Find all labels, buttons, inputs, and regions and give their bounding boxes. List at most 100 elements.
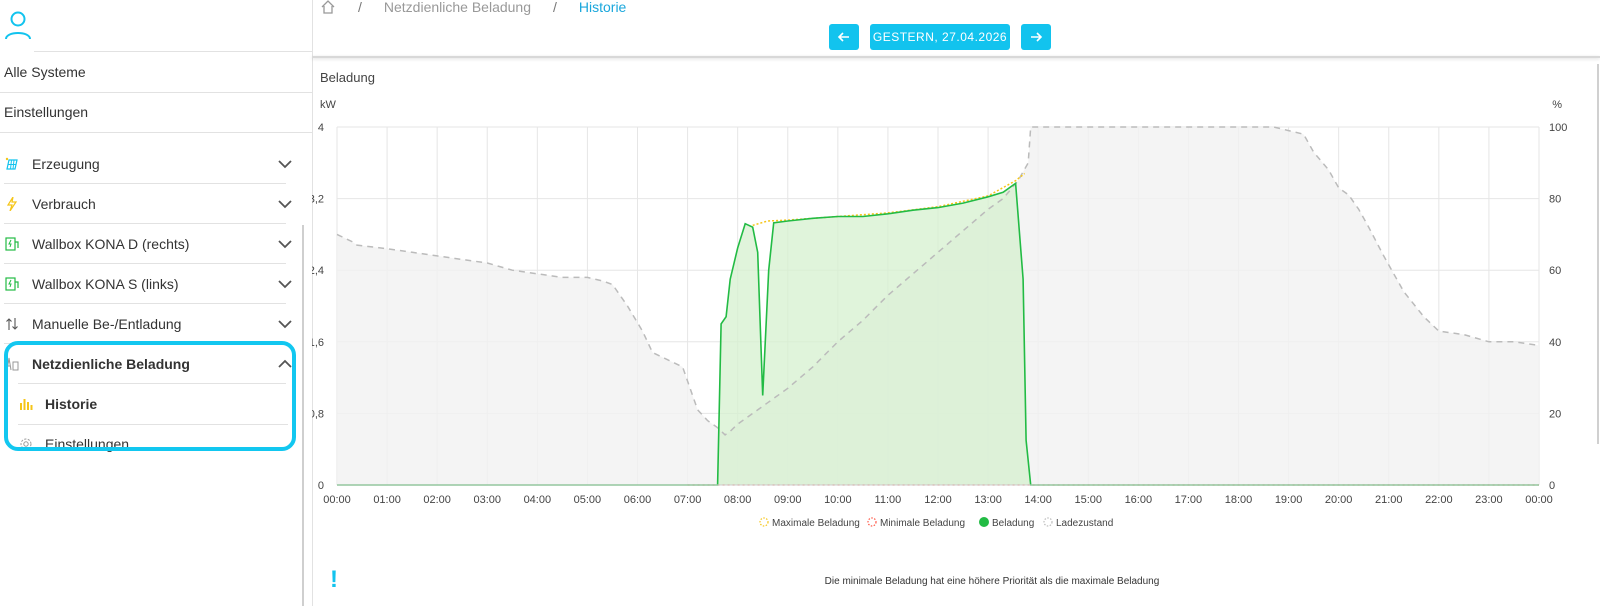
main-content: / Netzdienliche Beladung / Historie GEST…: [312, 0, 1600, 606]
y-right-tick-label: 0: [1549, 480, 1555, 492]
y-left-tick-label: 2,4: [312, 265, 324, 277]
x-tick-label: 02:00: [423, 494, 451, 506]
settings-link[interactable]: Einstellungen: [4, 104, 312, 120]
legend-label: Maximale Beladung: [772, 518, 860, 529]
divider: [0, 132, 312, 133]
x-tick-label: 13:00: [974, 494, 1002, 506]
y-left-tick-label: 4: [318, 122, 324, 134]
sidebar-subitem-label: Einstellungen: [45, 436, 130, 452]
y-right-tick-label: 100: [1549, 122, 1567, 134]
x-tick-label: 14:00: [1024, 494, 1052, 506]
arrows-updown-icon: [4, 316, 20, 332]
x-tick-label: 01:00: [373, 494, 401, 506]
x-tick-label: 12:00: [924, 494, 952, 506]
exclamation-icon: !: [330, 566, 338, 593]
y-left-unit-label: kW: [320, 99, 337, 111]
x-tick-label: 21:00: [1375, 494, 1403, 506]
sidebar-item-label: Erzeugung: [32, 156, 100, 172]
user-icon[interactable]: [4, 10, 32, 40]
priority-note: Die minimale Beladung hat eine höhere Pr…: [824, 576, 1160, 587]
prev-day-button[interactable]: [829, 24, 859, 50]
chevron-down-icon[interactable]: [276, 315, 294, 333]
breadcrumb: / Netzdienliche Beladung / Historie: [320, 0, 626, 18]
divider: [0, 92, 312, 93]
y-right-unit-label: %: [1552, 99, 1562, 111]
y-right-tick-label: 60: [1549, 265, 1561, 277]
sidebar-subitem-einstellungen[interactable]: Einstellungen: [18, 424, 288, 464]
solar-panel-icon: [4, 156, 20, 172]
chart-title: Beladung: [320, 70, 375, 85]
legend-marker: [1043, 517, 1053, 527]
arrow-left-icon: [837, 32, 849, 42]
date-navigation: GESTERN, 27.04.2026: [312, 24, 1600, 56]
all-systems-link[interactable]: Alle Systeme: [4, 64, 312, 80]
legend-label: Beladung: [992, 518, 1034, 529]
grid-charging-icon: [4, 356, 20, 372]
breadcrumb-item[interactable]: Netzdienliche Beladung: [384, 0, 531, 15]
content-scrollbar[interactable]: [1597, 64, 1599, 444]
y-left-tick-label: 0: [318, 480, 324, 492]
x-tick-label: 00:00: [1525, 494, 1553, 506]
x-tick-label: 00:00: [323, 494, 351, 506]
wallbox-icon: [4, 236, 20, 252]
x-tick-label: 16:00: [1125, 494, 1153, 506]
divider: [34, 51, 312, 52]
legend-marker: [759, 517, 769, 527]
breadcrumb-separator: /: [553, 0, 557, 15]
x-tick-label: 22:00: [1425, 494, 1453, 506]
x-tick-label: 17:00: [1175, 494, 1203, 506]
sidebar-item-wallbox-kona-d[interactable]: Wallbox KONA D (rechts): [4, 224, 302, 264]
chevron-down-icon[interactable]: [276, 235, 294, 253]
x-tick-label: 23:00: [1475, 494, 1503, 506]
chevron-up-icon[interactable]: [276, 355, 294, 373]
sidebar: Alle Systeme Einstellungen Erzeugung Ver…: [0, 0, 313, 606]
x-tick-label: 19:00: [1275, 494, 1303, 506]
sidebar-item-label: Wallbox KONA D (rechts): [32, 236, 190, 252]
sidebar-item-netzdienliche-beladung[interactable]: Netzdienliche Beladung: [4, 344, 302, 384]
legend-label: Ladezustand: [1056, 518, 1113, 529]
x-tick-label: 20:00: [1325, 494, 1353, 506]
sidebar-item-label: Manuelle Be-/Entladung: [32, 316, 182, 332]
chevron-down-icon[interactable]: [276, 155, 294, 173]
beladung-chart[interactable]: 00:00 01:00 02:00 03:00 04:00 05:00 06:00 07:00…: [312, 95, 1592, 545]
x-tick-label: 11:00: [875, 494, 902, 506]
gear-icon: [18, 436, 34, 452]
x-tick-label: 18:00: [1225, 494, 1253, 506]
sidebar-subitem-historie[interactable]: Historie: [18, 384, 288, 424]
sidebar-item-manuelle-be-entladung[interactable]: Manuelle Be-/Entladung: [4, 304, 302, 344]
sidebar-item-verbrauch[interactable]: Verbrauch: [4, 184, 302, 224]
bar-chart-icon: [18, 396, 34, 412]
y-left-tick-label: 3,2: [312, 194, 324, 206]
y-right-tick-label: 80: [1549, 194, 1561, 206]
wallbox-icon: [4, 276, 20, 292]
chevron-down-icon[interactable]: [276, 275, 294, 293]
lightning-icon: [4, 196, 20, 212]
x-tick-label: 03:00: [473, 494, 501, 506]
arrow-right-icon: [1031, 32, 1043, 42]
y-left-tick-label: 0,8: [312, 408, 324, 420]
x-tick-label: 05:00: [574, 494, 602, 506]
header-divider: [312, 56, 1600, 58]
x-tick-label: 15:00: [1074, 494, 1102, 506]
x-tick-label: 10:00: [824, 494, 852, 506]
sidebar-item-erzeugung[interactable]: Erzeugung: [4, 144, 302, 184]
sidebar-item-label: Netzdienliche Beladung: [32, 356, 190, 372]
legend-label: Minimale Beladung: [880, 518, 965, 529]
sidebar-item-label: Verbrauch: [32, 196, 96, 212]
y-right-tick-label: 40: [1549, 337, 1561, 349]
x-tick-label: 08:00: [724, 494, 752, 506]
legend-marker: [979, 517, 989, 527]
sidebar-item-label: Wallbox KONA S (links): [32, 276, 179, 292]
sidebar-scrollbar[interactable]: [302, 225, 304, 606]
chevron-down-icon[interactable]: [276, 195, 294, 213]
legend-marker: [867, 517, 877, 527]
x-tick-label: 06:00: [624, 494, 652, 506]
sidebar-item-wallbox-kona-s[interactable]: Wallbox KONA S (links): [4, 264, 302, 304]
breadcrumb-current: Historie: [578, 0, 627, 15]
breadcrumb-separator: /: [358, 0, 362, 15]
x-tick-label: 09:00: [774, 494, 802, 506]
x-tick-label: 04:00: [524, 494, 552, 506]
home-icon[interactable]: [320, 0, 336, 15]
next-day-button[interactable]: [1021, 24, 1051, 50]
date-picker-button[interactable]: GESTERN, 27.04.2026: [870, 24, 1010, 50]
